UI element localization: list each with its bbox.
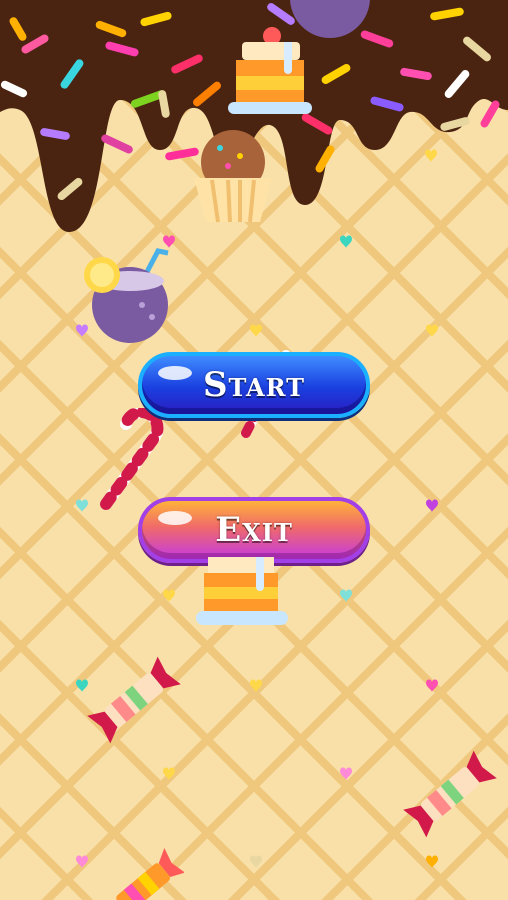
wrapped-candy-icon	[87, 656, 181, 744]
button-shine	[158, 366, 192, 380]
exit-button-label: Exit	[215, 510, 293, 550]
cupcake-icon	[194, 130, 272, 223]
button-shine	[158, 511, 192, 525]
start-button[interactable]: Start	[138, 352, 370, 418]
wrapped-candy-icon	[116, 848, 184, 900]
start-button-label: Start	[202, 365, 306, 405]
pancake-stack-icon	[228, 27, 312, 114]
wrapped-candy-icon	[403, 750, 497, 838]
game-screen: Start Exit	[0, 0, 508, 900]
coconut-drink-icon	[84, 248, 169, 343]
exit-button[interactable]: Exit	[138, 497, 370, 563]
pancake-stack-icon	[196, 557, 288, 625]
